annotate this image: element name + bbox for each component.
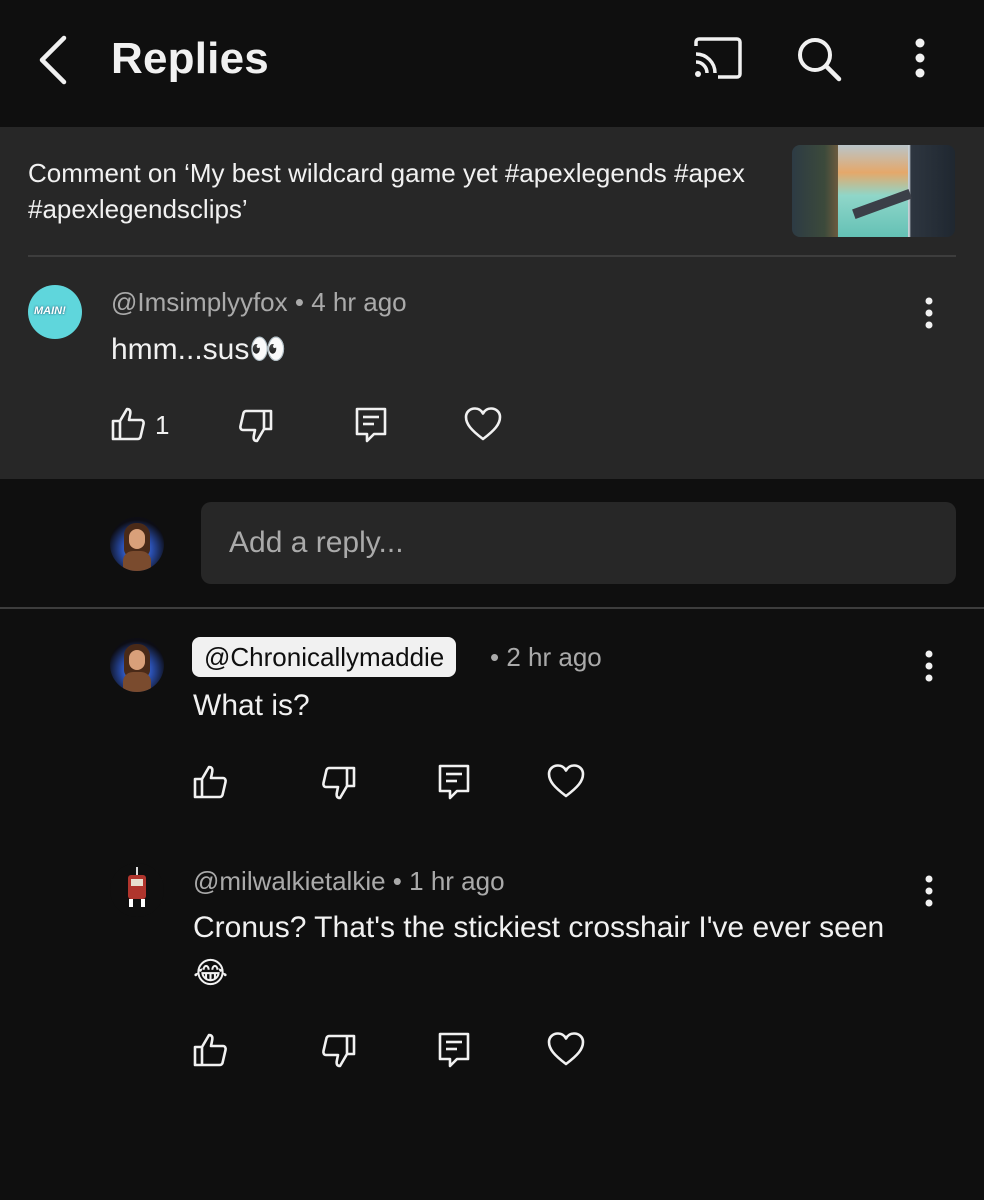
avatar-label: MAIN! <box>34 305 66 317</box>
comment-more-icon[interactable] <box>914 295 944 331</box>
comment-meta: @Imsimplyyfox • 4 hr ago <box>111 287 407 318</box>
comment-text: Cronus? That's the stickiest crosshair I… <box>193 911 885 990</box>
reply-icon[interactable] <box>436 763 472 801</box>
thumbs-up-icon[interactable] <box>192 1032 228 1068</box>
heart-icon[interactable] <box>546 1031 586 1067</box>
meta-separator: • <box>490 642 500 672</box>
comment-meta: • 2 hr ago <box>490 642 602 673</box>
cast-icon[interactable] <box>692 36 744 80</box>
heart-icon[interactable] <box>463 406 503 442</box>
top-app-bar: Replies <box>0 0 984 127</box>
page-title: Replies <box>111 34 269 83</box>
reply-icon[interactable] <box>436 1031 472 1069</box>
comment-handle[interactable]: @Imsimplyyfox <box>111 287 288 317</box>
reply-icon[interactable] <box>353 406 389 444</box>
thumbs-down-icon[interactable] <box>238 408 274 444</box>
comment-more-icon[interactable] <box>914 873 944 909</box>
search-icon[interactable] <box>794 34 844 84</box>
reply-input[interactable] <box>201 502 956 584</box>
comment-meta: @milwalkietalkie • 1 hr ago <box>193 866 505 897</box>
comment-time: 4 hr ago <box>311 287 407 317</box>
avatar[interactable] <box>110 863 164 917</box>
highlighted-handle-chip[interactable]: @Chronicallymaddie <box>192 637 457 677</box>
comment-text: What is? <box>193 689 310 722</box>
comment-more-icon[interactable] <box>914 648 944 684</box>
thumbs-down-icon[interactable] <box>321 1033 357 1069</box>
video-context-text: Comment on ‘My best wildcard game yet #a… <box>28 158 745 224</box>
comment-text: hmm...sus👀 <box>111 333 287 366</box>
thumbs-up-icon[interactable] <box>110 406 146 442</box>
parent-comment-section: Comment on ‘My best wildcard game yet #a… <box>0 127 984 479</box>
video-thumbnail[interactable] <box>792 145 955 237</box>
avatar[interactable] <box>110 638 164 692</box>
divider <box>0 607 984 609</box>
back-icon[interactable] <box>30 32 80 88</box>
comment-handle[interactable]: @milwalkietalkie <box>193 866 386 896</box>
avatar[interactable]: MAIN! <box>28 285 82 339</box>
avatar[interactable] <box>110 517 164 571</box>
thumbs-down-icon[interactable] <box>321 765 357 801</box>
like-count: 1 <box>155 410 170 440</box>
divider <box>28 255 956 257</box>
comment-time: 2 hr ago <box>506 642 602 672</box>
meta-separator: • <box>294 287 304 317</box>
more-vertical-icon[interactable] <box>900 34 940 84</box>
comment-time: 1 hr ago <box>409 866 505 896</box>
heart-icon[interactable] <box>546 763 586 799</box>
thumbs-up-icon[interactable] <box>192 764 228 800</box>
add-reply-row <box>0 479 984 608</box>
meta-separator: • <box>392 866 402 896</box>
